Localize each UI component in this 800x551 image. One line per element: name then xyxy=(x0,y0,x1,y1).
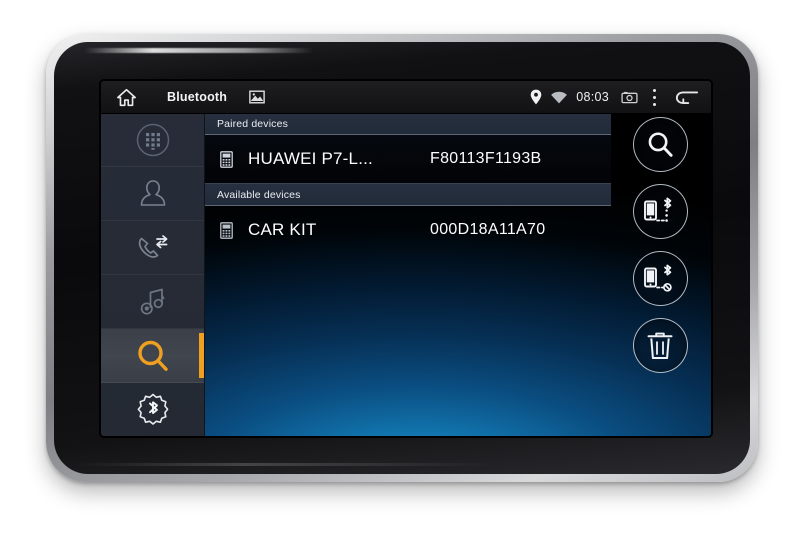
status-bar: Bluetooth 08:03 xyxy=(101,81,711,114)
phone-device-icon xyxy=(204,150,248,168)
group-header-available: Available devices xyxy=(204,184,611,206)
trash-can-icon xyxy=(646,331,674,361)
delete-device-button[interactable] xyxy=(632,318,688,373)
screenshot-camera-icon[interactable] xyxy=(621,90,638,104)
device-name: CAR KIT xyxy=(248,220,317,239)
table-row[interactable]: CAR KIT 000D18A11A70 xyxy=(204,206,611,254)
device-mac-address: 000D18A11A70 xyxy=(430,221,546,238)
overflow-menu-icon[interactable] xyxy=(652,88,657,106)
action-button-column xyxy=(617,117,703,373)
sidebar-item-dialpad[interactable] xyxy=(101,113,204,167)
dialpad-icon xyxy=(130,117,176,163)
device-name: HUAWEI P7-L... xyxy=(248,149,373,168)
phone-bluetooth-connect-icon xyxy=(643,197,677,227)
bluetooth-connect-button[interactable] xyxy=(632,184,688,239)
home-icon[interactable] xyxy=(115,86,137,108)
bezel-highlight xyxy=(84,48,314,53)
search-magnifier-icon xyxy=(130,333,176,379)
screenshot-stage: Bluetooth 08:03 Paired devices HUAWEI P7… xyxy=(0,0,800,551)
car-head-unit-device: Bluetooth 08:03 Paired devices HUAWEI P7… xyxy=(46,34,758,482)
sidebar-item-search[interactable] xyxy=(101,329,204,383)
display-frame: Bluetooth 08:03 Paired devices HUAWEI P7… xyxy=(101,81,711,436)
status-right-group: 08:03 xyxy=(529,88,711,106)
page-title: Bluetooth xyxy=(167,90,228,104)
call-transfer-icon xyxy=(130,225,176,271)
phone-bluetooth-disconnect-icon xyxy=(643,264,677,294)
location-pin-icon xyxy=(529,89,543,105)
sidebar-item-music[interactable] xyxy=(101,275,204,329)
device-list: Paired devices HUAWEI P7-L... F80113F119… xyxy=(204,113,611,254)
phone-device-icon xyxy=(204,221,248,239)
bluetooth-disconnect-button[interactable] xyxy=(632,251,688,306)
sidebar-item-call-history[interactable] xyxy=(101,221,204,275)
device-mac-address: F80113F1193B xyxy=(430,150,542,167)
back-arrow-icon[interactable] xyxy=(675,88,699,106)
sidebar-item-bluetooth-settings[interactable] xyxy=(101,383,204,436)
bluetooth-gear-icon xyxy=(130,387,176,433)
wifi-icon xyxy=(549,89,569,105)
left-sidebar xyxy=(101,113,205,436)
table-row[interactable]: HUAWEI P7-L... F80113F1193B xyxy=(204,135,611,184)
status-clock: 08:03 xyxy=(576,90,609,104)
bezel-highlight-bottom xyxy=(76,463,496,466)
contact-person-icon xyxy=(130,171,176,217)
search-magnifier-icon xyxy=(645,129,676,160)
screen: Bluetooth 08:03 Paired devices HUAWEI P7… xyxy=(101,81,711,436)
search-devices-button[interactable] xyxy=(632,117,688,172)
sidebar-item-contacts[interactable] xyxy=(101,167,204,221)
music-note-icon xyxy=(130,279,176,325)
image-icon[interactable] xyxy=(249,89,265,105)
group-header-paired: Paired devices xyxy=(204,113,611,135)
